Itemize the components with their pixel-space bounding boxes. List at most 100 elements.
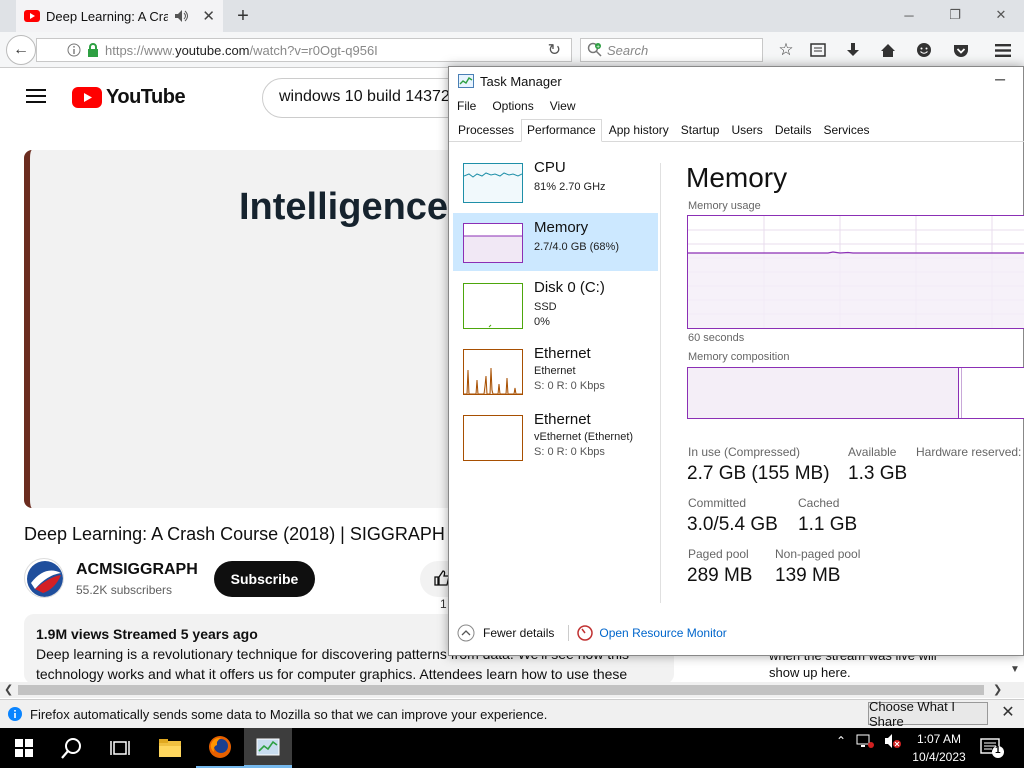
task-manager-footer: Fewer details Open Resource Monitor	[457, 623, 727, 643]
perf-item-cpu[interactable]: CPU 81% 2.70 GHz	[453, 153, 658, 211]
committed-value: 3.0/5.4 GB	[687, 514, 778, 535]
task-manager-icon	[458, 74, 474, 88]
system-tray: ⌃	[836, 733, 902, 749]
like-count: 1	[440, 597, 447, 611]
browser-tab[interactable]: Deep Learning: A Cras... ✕	[16, 0, 223, 32]
taskbar-clock[interactable]: 1:07 AM 10/4/2023	[908, 730, 970, 766]
non-paged-pool-value: 139 MB	[775, 565, 841, 586]
new-tab-button[interactable]: +	[232, 5, 254, 27]
action-center-button[interactable]: 1	[980, 737, 1004, 759]
menu-view[interactable]: View	[550, 99, 576, 113]
youtube-logo[interactable]: YouTube	[72, 86, 186, 109]
url-bar[interactable]: https://www.youtube.com/watch?v=r0Ogt-q9…	[36, 38, 572, 62]
memory-usage-label: Memory usage	[688, 200, 761, 212]
notification-close-icon[interactable]: ✕	[998, 702, 1018, 724]
chevron-up-icon	[457, 624, 475, 642]
taskbar-file-explorer[interactable]	[146, 728, 194, 768]
clock-date: 10/4/2023	[912, 750, 966, 764]
back-button[interactable]: ←	[6, 35, 36, 65]
perf-item-name: CPU	[534, 159, 566, 176]
choose-what-i-share-button[interactable]: Choose What I Share	[868, 699, 988, 729]
tab-startup[interactable]: Startup	[676, 119, 725, 141]
subscriber-count: 55.2K subscribers	[76, 583, 173, 597]
url-text: https://www.youtube.com/watch?v=r0Ogt-q9…	[105, 42, 378, 58]
perf-item-ethernet-1[interactable]: Ethernet Ethernet S: 0 R: 0 Kbps	[453, 339, 658, 397]
menu-hamburger-icon[interactable]	[992, 39, 1014, 61]
horizontal-scroll-thumb[interactable]	[18, 685, 984, 695]
bookmark-star-icon[interactable]: ☆	[775, 39, 797, 61]
tab-details[interactable]: Details	[770, 119, 817, 141]
perf-item-ethernet-2[interactable]: Ethernet vEthernet (Ethernet) S: 0 R: 0 …	[453, 405, 658, 463]
memory-composition-bar	[687, 367, 1024, 419]
memory-usage-graph	[687, 215, 1024, 329]
memory-composition-label: Memory composition	[688, 351, 790, 363]
scroll-right-arrow-icon[interactable]: ❯	[993, 683, 1002, 696]
start-button[interactable]	[0, 728, 48, 768]
memory-heading: Memory	[686, 162, 788, 193]
memory-mini-graph	[463, 223, 523, 263]
non-paged-pool-label: Non-paged pool	[775, 547, 861, 561]
perf-item-detail: vEthernet (Ethernet)	[534, 431, 634, 443]
cached-label: Cached	[798, 496, 840, 510]
close-window-button[interactable]: ✕	[978, 0, 1024, 30]
svg-text:+: +	[596, 45, 600, 51]
network-icon[interactable]	[856, 733, 875, 749]
pocket-icon[interactable]	[950, 39, 972, 61]
channel-name[interactable]: ACMSIGGRAPH	[76, 561, 198, 579]
channel-avatar[interactable]	[24, 558, 64, 598]
task-manager-minimize-button[interactable]: ─	[995, 71, 1005, 87]
tab-services[interactable]: Services	[819, 119, 875, 141]
speaker-icon[interactable]	[174, 9, 190, 23]
footer-divider	[568, 625, 570, 641]
taskbar-search-button[interactable]	[48, 728, 96, 768]
notification-text: Firefox automatically sends some data to…	[30, 706, 548, 722]
fewer-details-button[interactable]: Fewer details	[457, 624, 554, 642]
lock-icon[interactable]	[87, 43, 99, 57]
volume-muted-icon[interactable]	[884, 733, 902, 749]
show-hidden-icons-chevron-icon[interactable]: ⌃	[836, 734, 846, 748]
youtube-menu-icon[interactable]	[26, 88, 46, 104]
task-manager-titlebar[interactable]: Task Manager	[449, 67, 1024, 95]
menu-options[interactable]: Options	[492, 99, 533, 113]
info-circle-icon	[8, 707, 22, 721]
tab-users[interactable]: Users	[726, 119, 767, 141]
perf-item-memory[interactable]: Memory 2.7/4.0 GB (68%)	[453, 213, 658, 271]
task-view-button[interactable]	[96, 728, 144, 768]
perf-item-detail-2: S: 0 R: 0 Kbps	[534, 380, 605, 392]
reload-icon[interactable]: ↻	[548, 40, 561, 60]
open-resource-monitor-link[interactable]: Open Resource Monitor	[577, 625, 727, 641]
taskbar-task-manager[interactable]	[244, 728, 292, 768]
modified-segment	[961, 368, 962, 418]
scroll-down-arrow-icon[interactable]: ▼	[1010, 664, 1020, 675]
committed-label: Committed	[688, 496, 747, 510]
search-bar[interactable]: + Search	[580, 38, 763, 62]
paged-pool-label: Paged pool	[688, 547, 749, 561]
hello-chat-icon[interactable]	[913, 39, 935, 61]
disk-mini-graph	[463, 283, 523, 329]
windows-logo-icon	[15, 739, 33, 757]
downloads-icon[interactable]	[842, 39, 864, 61]
task-manager-title: Task Manager	[480, 73, 562, 89]
info-icon[interactable]	[67, 43, 81, 57]
youtube-play-icon	[72, 87, 102, 108]
subscribe-button[interactable]: Subscribe	[214, 561, 315, 597]
tab-app-history[interactable]: App history	[604, 119, 674, 141]
reading-list-icon[interactable]	[807, 39, 829, 61]
restore-button[interactable]: ❐	[932, 0, 978, 30]
task-manager-menubar: File Options View	[449, 95, 1024, 117]
tab-processes[interactable]: Processes	[453, 119, 519, 141]
video-frame-text: Intelligence	[239, 186, 449, 228]
close-tab-icon[interactable]: ✕	[202, 7, 215, 25]
perf-item-disk[interactable]: Disk 0 (C:) SSD 0%	[453, 273, 658, 331]
tab-performance[interactable]: Performance	[521, 119, 602, 142]
task-manager-tabs: Processes Performance App history Startu…	[449, 119, 1024, 142]
menu-file[interactable]: File	[457, 99, 476, 113]
in-use-label: In use (Compressed)	[688, 445, 801, 459]
perf-item-name: Disk 0 (C:)	[534, 279, 605, 296]
home-icon[interactable]	[877, 39, 899, 61]
scroll-left-arrow-icon[interactable]: ❮	[4, 683, 13, 696]
time-span-label: 60 seconds	[688, 332, 745, 344]
minimize-button[interactable]: ─	[886, 0, 932, 30]
taskbar-firefox[interactable]	[196, 728, 244, 768]
youtube-search-input[interactable]: windows 10 build 14372	[262, 78, 462, 118]
